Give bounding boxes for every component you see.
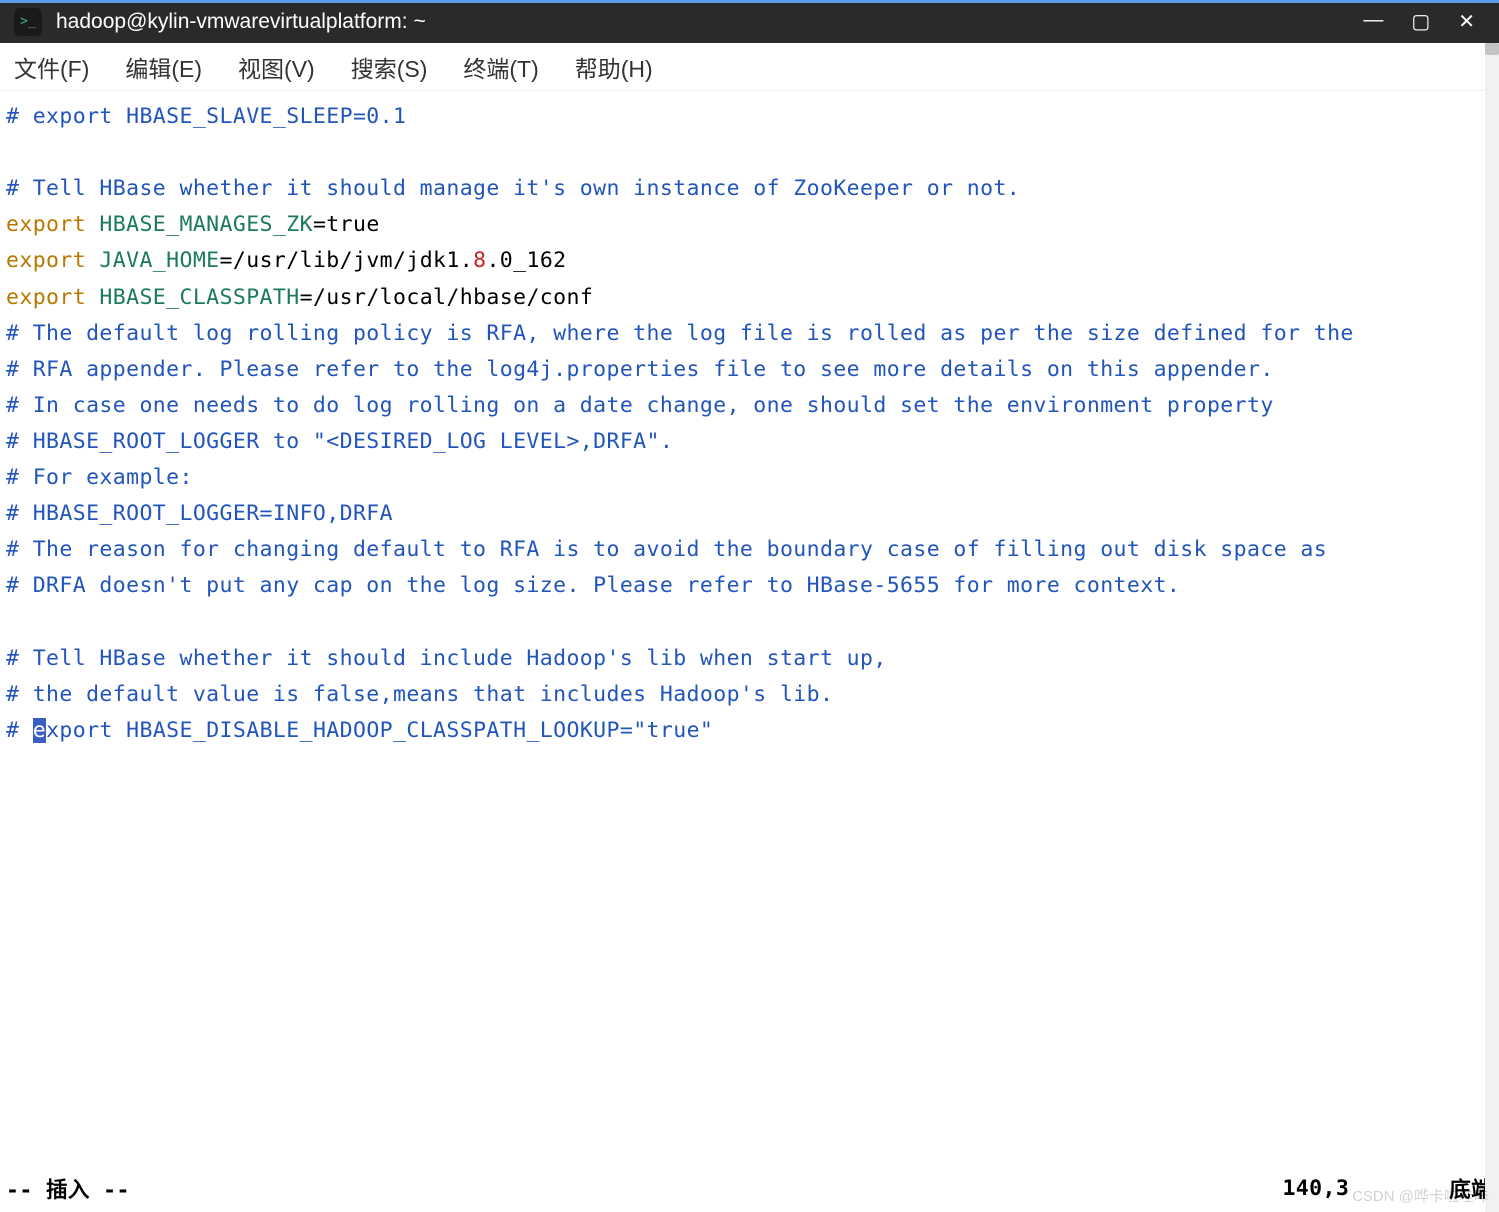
code-text: =/usr/local/hbase/conf — [300, 285, 594, 310]
menu-help[interactable]: 帮助(H) — [569, 48, 659, 86]
code-var: JAVA_HOME — [86, 248, 219, 273]
watermark: CSDN @哗卡啦哇咔 — [1352, 1185, 1489, 1206]
window-controls: — ▢ ✕ — [1363, 9, 1491, 34]
window-top-border — [0, 0, 1499, 3]
code-text: # — [6, 718, 33, 743]
status-bar: -- 插入 -- 140,3 底端 — [0, 1171, 1499, 1212]
code-line: # export HBASE_SLAVE_SLEEP=0.1 — [6, 104, 406, 129]
code-line: # HBASE_ROOT_LOGGER=INFO,DRFA — [6, 501, 393, 526]
code-line: # For example: — [6, 465, 193, 490]
vim-mode: -- 插入 -- — [6, 1173, 130, 1204]
scrollbar-track[interactable] — [1485, 43, 1499, 1212]
menu-search[interactable]: 搜索(S) — [345, 48, 434, 86]
code-var: HBASE_MANAGES_ZK — [86, 212, 313, 237]
code-text: =true — [313, 212, 380, 237]
code-line: # Tell HBase whether it should manage it… — [6, 176, 1020, 201]
menu-edit[interactable]: 编辑(E) — [119, 48, 208, 86]
terminal-icon: >_ — [14, 8, 42, 36]
maximize-icon[interactable]: ▢ — [1411, 9, 1430, 34]
code-keyword: export — [6, 248, 86, 273]
menu-terminal[interactable]: 终端(T) — [457, 48, 544, 86]
minimize-icon[interactable]: — — [1363, 9, 1383, 34]
menu-file[interactable]: 文件(F) — [8, 48, 95, 86]
code-keyword: export — [6, 285, 86, 310]
code-num: 8 — [473, 248, 486, 273]
code-line: # The default log rolling policy is RFA,… — [6, 321, 1354, 346]
menu-bar: 文件(F) 编辑(E) 视图(V) 搜索(S) 终端(T) 帮助(H) — [0, 43, 1499, 91]
editor-content[interactable]: # export HBASE_SLAVE_SLEEP=0.1 # Tell HB… — [0, 91, 1499, 1171]
cursor: e — [33, 718, 46, 743]
code-line: # Tell HBase whether it should include H… — [6, 646, 887, 671]
code-line: # the default value is false,means that … — [6, 682, 833, 707]
code-line: # RFA appender. Please refer to the log4… — [6, 357, 1274, 382]
menu-view[interactable]: 视图(V) — [232, 48, 321, 86]
close-icon[interactable]: ✕ — [1458, 9, 1475, 34]
code-text: .0_162 — [486, 248, 566, 273]
code-line: # In case one needs to do log rolling on… — [6, 393, 1274, 418]
cursor-position: 140,3 — [1282, 1176, 1349, 1201]
code-keyword: export — [6, 212, 86, 237]
code-line: # HBASE_ROOT_LOGGER to "<DESIRED_LOG LEV… — [6, 429, 673, 454]
code-var: HBASE_CLASSPATH — [86, 285, 300, 310]
code-text: =/usr/lib/jvm/jdk1. — [220, 248, 474, 273]
code-line: # DRFA doesn't put any cap on the log si… — [6, 573, 1180, 598]
scrollbar-thumb[interactable] — [1485, 43, 1499, 55]
code-line: # The reason for changing default to RFA… — [6, 537, 1327, 562]
code-text: xport HBASE_DISABLE_HADOOP_CLASSPATH_LOO… — [46, 718, 713, 743]
title-bar: >_ hadoop@kylin-vmwarevirtualplatform: ~… — [0, 0, 1499, 43]
window-title: hadoop@kylin-vmwarevirtualplatform: ~ — [56, 10, 1363, 34]
